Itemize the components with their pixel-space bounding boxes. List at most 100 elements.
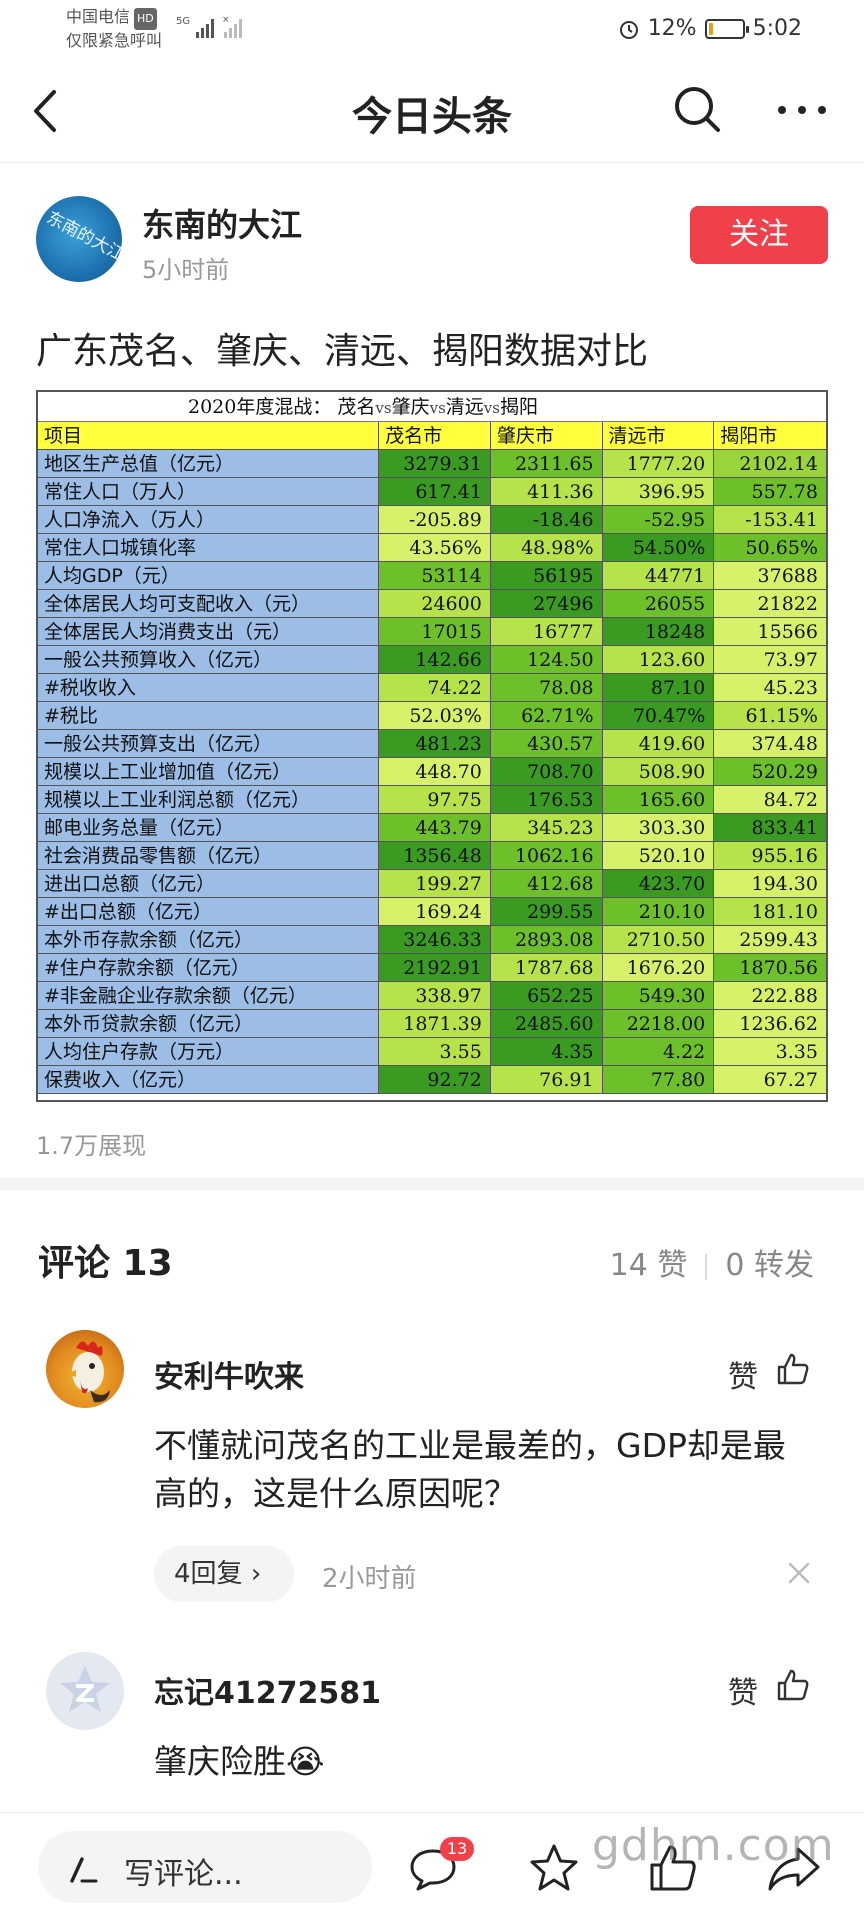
table-value-cell: 97.75 — [379, 786, 491, 814]
table-value-cell: 74.22 — [379, 674, 491, 702]
table-value-cell: 84.72 — [714, 786, 826, 814]
post-title: 广东茂名、肇庆、清远、揭阳数据对比 — [36, 331, 649, 372]
signal-icon: 5G × — [176, 15, 242, 38]
table-value-cell: 708.70 — [490, 758, 603, 786]
comment-user[interactable]: 忘记41272581 — [154, 1668, 381, 1712]
table-item-cell: 常住人口（万人） — [38, 478, 380, 506]
follow-button[interactable]: 关注 — [690, 206, 828, 264]
table-value-cell: 87.10 — [602, 674, 715, 702]
emergency-text: 仅限紧急呼叫 — [66, 31, 163, 50]
author-name[interactable]: 东南的大江 — [142, 200, 302, 246]
table-item-cell: 人均住户存款（万元） — [38, 1038, 380, 1066]
table-header-cell: 肇庆市 — [490, 422, 603, 450]
table-value-cell: 338.97 — [379, 982, 491, 1010]
table-value-cell: 423.70 — [602, 870, 715, 898]
table-item-cell: 人口净流入（万人） — [38, 506, 380, 534]
section-divider — [0, 1178, 864, 1190]
table-value-cell: 56195 — [490, 562, 603, 590]
table-value-cell: 17015 — [379, 618, 491, 646]
table-value-cell: 1062.16 — [490, 842, 603, 870]
table-title-text: 2020年度混战： — [188, 396, 332, 418]
hd-badge: HD — [134, 8, 157, 30]
table-item-cell: 全体居民人均消费支出（元） — [38, 618, 380, 646]
battery-fill — [708, 22, 713, 35]
table-value-cell: 2893.08 — [490, 926, 603, 954]
table-value-cell: 520.29 — [714, 758, 826, 786]
city-label: 揭阳 — [499, 396, 538, 418]
table-value-cell: 176.53 — [490, 786, 603, 814]
rooster-avatar[interactable] — [46, 1330, 124, 1408]
table-item-cell: 一般公共预算收入（亿元） — [38, 646, 380, 674]
battery-percent: 12% — [647, 16, 697, 41]
chevron-right-icon: › — [250, 1559, 262, 1589]
table-header-cell: 揭阳市 — [714, 422, 827, 450]
table-value-cell: 78.08 — [490, 674, 603, 702]
table-row: 全体居民人均消费支出（元） 17015 16777 18248 15566 — [38, 618, 826, 646]
table-value-cell: 54.50% — [602, 534, 715, 562]
table-value-cell: 3.35 — [714, 1038, 826, 1066]
comment-like-label[interactable]: 赞 — [728, 1352, 758, 1396]
table-value-cell: 3246.33 — [379, 926, 491, 954]
table-row: 一般公共预算收入（亿元） 142.66 124.50 123.60 73.97 — [38, 646, 826, 674]
table-value-cell: 53114 — [379, 562, 491, 590]
table-header-row: 项目 茂名市 肇庆市 清远市 揭阳市 — [38, 422, 827, 450]
comments-stats: 14 赞 0 转发 — [610, 1240, 814, 1284]
author-avatar[interactable]: 东南的大江 — [36, 196, 122, 282]
table-value-cell: 2599.43 — [714, 926, 826, 954]
table-value-cell: 557.78 — [714, 478, 826, 506]
table-value-cell: 181.10 — [714, 898, 826, 926]
table-value-cell: 194.30 — [714, 870, 826, 898]
table-value-cell: 61.15% — [714, 702, 826, 730]
close-icon[interactable] — [786, 1560, 812, 1586]
table-item-cell: 本外币贷款余额（亿元） — [38, 1010, 380, 1038]
table-row: 社会消费品零售额（亿元） 1356.48 1062.16 520.10 955.16 — [38, 842, 826, 870]
table-value-cell: 481.23 — [379, 730, 491, 758]
table-row: 规模以上工业利润总额（亿元） 97.75 176.53 165.60 84.72 — [38, 786, 826, 814]
table-value-cell: 2102.14 — [714, 450, 826, 478]
table-value-cell: -18.46 — [490, 506, 603, 534]
reply-button[interactable]: 4回复 › — [154, 1546, 294, 1602]
author-avatar-text: 东南的大江 — [43, 207, 122, 266]
table-value-cell: 4.35 — [490, 1038, 603, 1066]
table-value-cell: 412.68 — [490, 870, 603, 898]
search-icon[interactable] — [672, 84, 722, 134]
thumbs-up-icon[interactable] — [776, 1668, 810, 1702]
table-item-cell: 社会消费品零售额（亿元） — [38, 842, 380, 870]
comment-like-label[interactable]: 赞 — [728, 1668, 758, 1712]
table-header-cell: 项目 — [38, 422, 380, 450]
table-value-cell: 73.97 — [714, 646, 826, 674]
table-item-cell: 一般公共预算支出（亿元） — [38, 730, 380, 758]
table-value-cell: 21822 — [714, 590, 826, 618]
post-time: 5小时前 — [142, 256, 230, 284]
table-item-cell: 本外币存款余额（亿元） — [38, 926, 380, 954]
table-value-cell: 76.91 — [490, 1066, 603, 1094]
comparison-table[interactable]: 2020年度混战： 茂名vs肇庆vs清远vs揭阳 项目 茂名市 肇庆市 清远市 … — [36, 390, 828, 1102]
table-value-cell: 1676.20 — [602, 954, 715, 982]
likes-count: 14 赞 — [609, 1248, 688, 1283]
table-row: 一般公共预算支出（亿元） 481.23 430.57 419.60 374.48 — [38, 730, 826, 758]
table-value-cell: 2192.91 — [379, 954, 491, 982]
pen-icon — [70, 1857, 98, 1883]
table-value-cell: 2485.60 — [490, 1010, 603, 1038]
table-value-cell: 430.57 — [490, 730, 603, 758]
table-value-cell: 1356.48 — [379, 842, 491, 870]
city-label: 茂名 — [337, 396, 376, 418]
table-item-cell: 常住人口城镇化率 — [38, 534, 380, 562]
table-body: 地区生产总值（亿元） 3279.31 2311.65 1777.20 2102.14 常住… — [38, 450, 826, 1094]
table-value-cell: 142.66 — [379, 646, 491, 674]
write-comment-input[interactable]: 写评论... — [38, 1831, 372, 1903]
table-value-cell: 169.24 — [379, 898, 491, 926]
table-item-cell: 邮电业务总量（亿元） — [38, 814, 380, 842]
table-value-cell: 43.56% — [379, 534, 491, 562]
rooster-icon — [66, 1341, 110, 1403]
table-value-cell: 70.47% — [602, 702, 715, 730]
star-icon[interactable] — [528, 1843, 580, 1893]
table-row: 本外币存款余额（亿元） 3246.33 2893.08 2710.50 2599.43 — [38, 926, 826, 954]
thumbs-up-icon[interactable] — [776, 1352, 810, 1386]
default-avatar[interactable] — [46, 1652, 124, 1730]
reply-count: 4回复 — [174, 1559, 243, 1589]
more-icon[interactable] — [776, 100, 828, 120]
table-item-cell: 保费收入（亿元） — [38, 1066, 380, 1094]
table-row: 人口净流入（万人） -205.89 -18.46 -52.95 -153.41 — [38, 506, 826, 534]
comment-user[interactable]: 安利牛吹来 — [154, 1352, 304, 1396]
